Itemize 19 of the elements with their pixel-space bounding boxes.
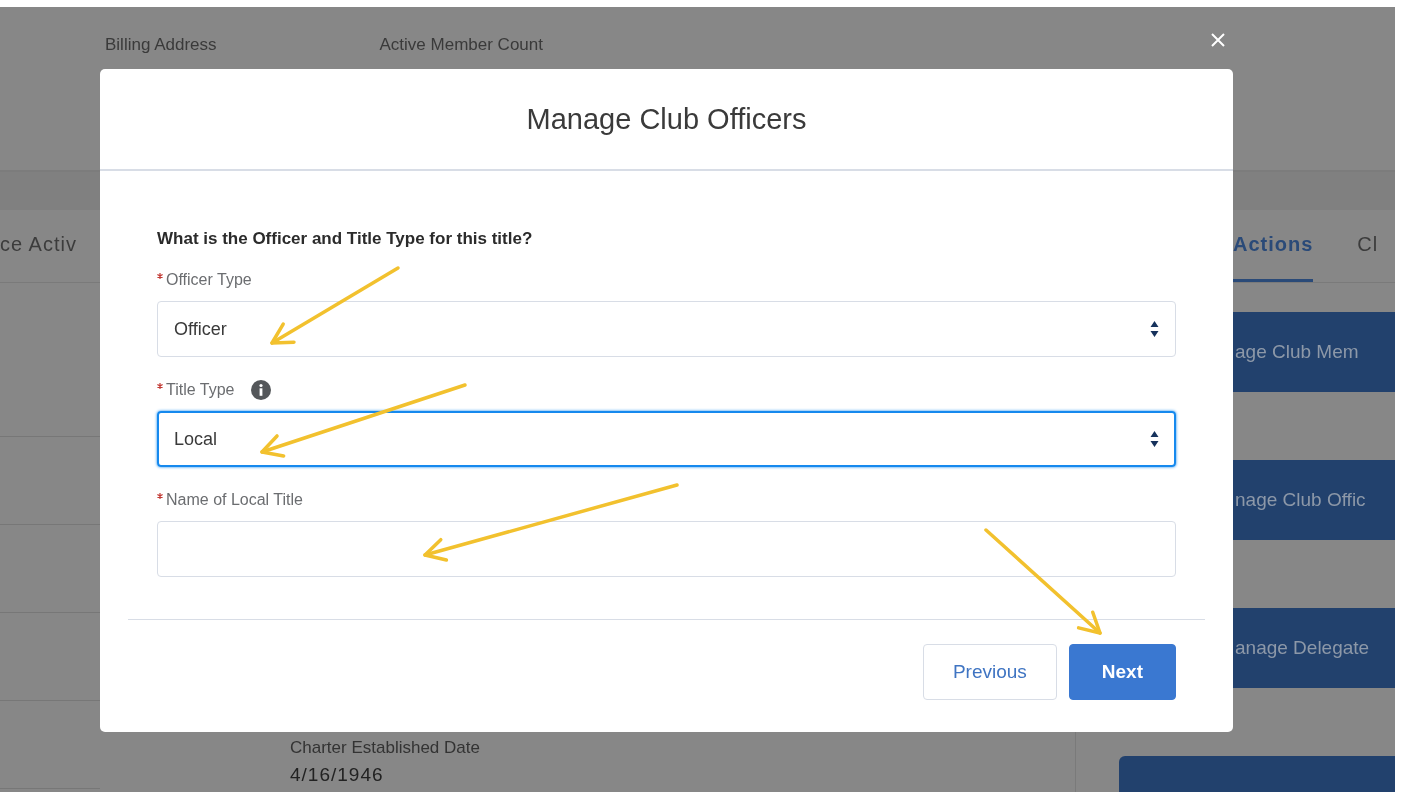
field-label: Title Type: [166, 381, 235, 399]
field-label: Name of Local Title: [166, 491, 303, 509]
modal-title: Manage Club Officers: [526, 102, 807, 136]
select-field[interactable]: Local: [157, 411, 1176, 467]
field-label: Charter Established Date: [290, 738, 481, 758]
field-label: Billing Address: [105, 35, 217, 56]
tab[interactable]: Cl: [1357, 210, 1379, 282]
field-value: 4/16/1946: [290, 764, 385, 786]
previous-button[interactable]: Previous: [922, 644, 1057, 700]
select-field[interactable]: Officer: [157, 301, 1176, 357]
field-label: Officer Type: [166, 271, 252, 289]
tab[interactable]: ce Activ: [0, 233, 77, 259]
input-field[interactable]: [157, 521, 1176, 577]
sort-arrows-icon: [1150, 320, 1159, 338]
sort-arrows-icon: [1150, 430, 1159, 448]
next-button[interactable]: Next: [1068, 644, 1176, 700]
question-text: What is the Officer and Title Type for this title?: [157, 229, 534, 249]
info-icon[interactable]: [251, 380, 272, 400]
close-icon[interactable]: [1210, 32, 1226, 48]
